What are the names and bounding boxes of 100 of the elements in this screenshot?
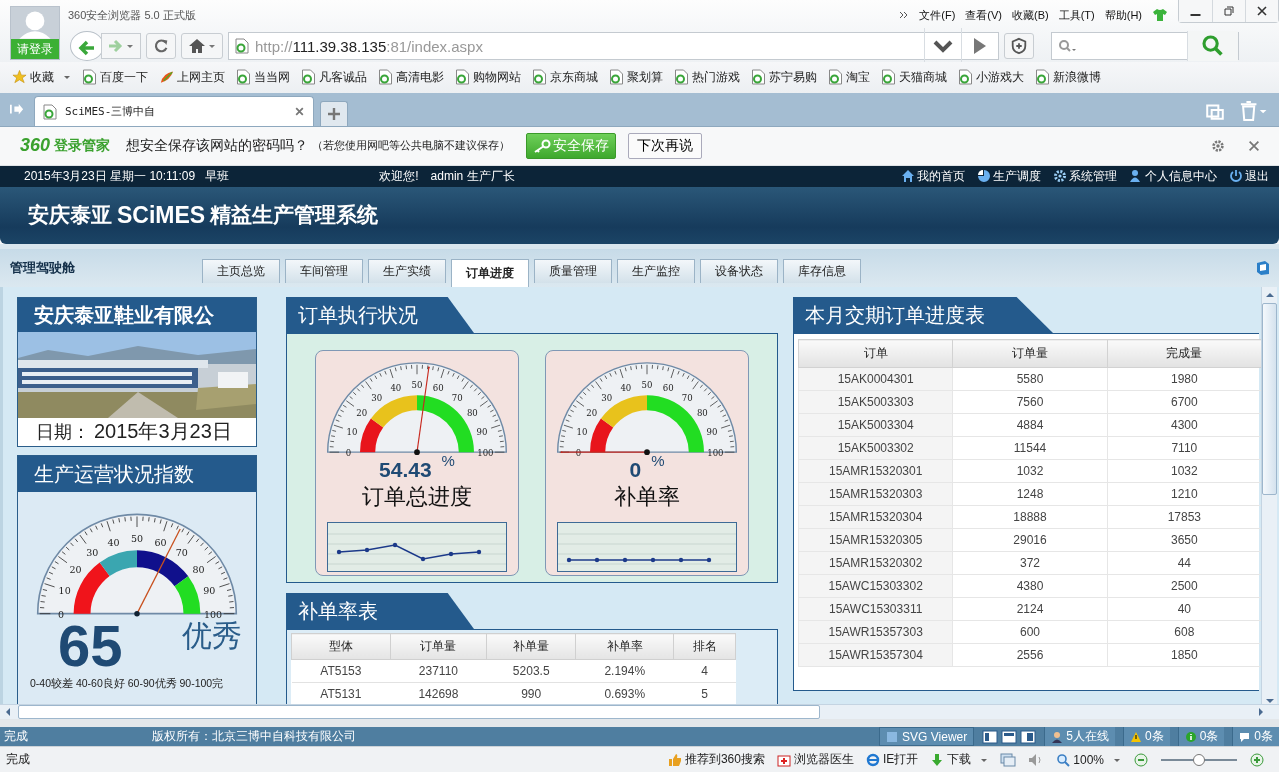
bookmark-link[interactable]: 当当网 [236,68,290,86]
bookmark-link[interactable]: 小游戏大 [958,68,1024,86]
bookmark-link[interactable]: 凡客诚品 [301,68,367,86]
status-bar-item[interactable]: 下载 [930,751,989,769]
search-field[interactable] [1051,32,1239,60]
warning-count[interactable]: 0条 [1122,727,1170,747]
nav-tab[interactable]: 订单进度 [451,259,529,288]
nav-tab[interactable]: 生产实绩 [368,259,446,284]
menu-item[interactable]: 工具(T) [1058,7,1095,23]
slider-thumb[interactable] [1193,753,1205,766]
status-bar-item[interactable]: 推荐到360搜索 [667,751,765,769]
nav-tab[interactable]: 主页总览 [202,259,280,284]
date-label: 日期： [36,421,90,445]
welcome-text: 欢迎您! [379,168,419,185]
nav-tab[interactable]: 质量管理 [534,259,612,284]
gauge-tick-label: 90 [476,426,488,437]
back-button[interactable] [70,31,104,61]
header-link[interactable]: 退出 [1229,168,1269,185]
square-icon [886,730,899,743]
bookmark-link[interactable]: 京东商城 [532,68,598,86]
gauge-tick-label: 40 [390,383,402,393]
home-button[interactable] [181,33,223,59]
zoom-in-icon[interactable] [1249,752,1265,767]
browser-tab[interactable]: SciMES-三博中自 [34,96,314,127]
bookmark-link[interactable]: 苏宁易购 [751,68,817,86]
bookmark-link[interactable]: 百度一下 [82,68,148,86]
window-icon[interactable] [1000,752,1017,767]
gear-icon [1053,169,1067,184]
shirt-icon[interactable] [1152,8,1168,22]
gauge-tick-label: 50 [130,532,144,544]
bookmark-link[interactable]: 天猫商城 [881,68,947,86]
svg-viewer-button[interactable]: SVG Viewer [879,727,975,747]
close-button[interactable] [1245,0,1278,22]
message-count[interactable]: 0条 [1232,727,1279,747]
scroll-up-icon[interactable] [1264,291,1275,300]
minimize-button[interactable] [1179,0,1212,22]
user-icon [1051,730,1064,743]
status-bar-item[interactable]: 浏览器医生 [776,751,854,769]
later-button[interactable]: 下次再说 [628,132,703,159]
table-cell: 15AK5003303 [798,390,953,414]
home-icon [901,169,915,184]
search-icon[interactable] [1187,31,1238,61]
vertical-scrollbar[interactable] [1261,287,1277,704]
header-link[interactable]: 系统管理 [1053,168,1117,185]
bookmark-link[interactable]: 高清电影 [378,68,444,86]
table-cell: 18888 [952,505,1108,529]
menu-item[interactable]: 文件(F) [919,7,956,23]
layout-icons-drawing[interactable] [982,729,1037,744]
table-cell: 15AWC15303302 [798,574,953,598]
tab-title: SciMES-三博中自 [65,104,157,120]
nav-tab[interactable]: 生产监控 [617,259,695,284]
password-prompt: 想安全保存该网站的密码吗？ [126,136,309,155]
refresh-button[interactable] [146,33,176,59]
gauge-tick-label: 90 [203,585,216,597]
bookmark-link[interactable]: 购物网站 [455,68,521,86]
table-cell: 2.194% [575,659,674,683]
close-icon[interactable] [1247,138,1261,153]
table-cell: 4884 [952,413,1108,437]
table-cell: 15AWR15357304 [798,643,953,667]
shield-button[interactable] [1004,33,1034,59]
bookmark-link[interactable]: 收藏 [12,68,71,86]
bookmark-link[interactable]: 热门游戏 [674,68,740,86]
table-cell: 15AK5003304 [798,413,953,437]
status-bar-item[interactable]: IE打开 [865,751,919,769]
table-cell: 15AK0004301 [798,367,953,391]
bookmark-link[interactable]: 淘宝 [828,68,870,86]
book-icon[interactable] [1255,259,1271,276]
table-cell: 15AMR15320302 [798,551,953,575]
close-icon[interactable] [294,106,305,118]
bookmark-link[interactable]: 上网主页 [159,68,225,86]
table-cell: 372 [952,551,1108,575]
online-users[interactable]: 5人在线 [1044,727,1115,747]
info-count[interactable]: 0条 [1177,727,1225,747]
table-cell: 15AMR15320304 [798,505,953,529]
header-link[interactable]: 生产调度 [977,168,1041,185]
refresh-icon [152,37,170,55]
menu-item[interactable]: 收藏(B) [1012,7,1049,23]
scroll-right-icon[interactable] [1257,706,1265,717]
chat-icon [1239,730,1252,743]
bookmark-link[interactable]: 聚划算 [609,68,663,86]
menu-item[interactable]: 帮助(H) [1104,7,1142,23]
nav-tab[interactable]: 库存信息 [783,259,861,284]
page-icon [532,69,547,86]
scroll-left-icon[interactable] [4,706,12,717]
nav-tab[interactable]: 设备状态 [700,259,778,284]
new-tab-button[interactable] [320,101,348,127]
zoom-out-icon[interactable] [1133,752,1149,767]
more-chevron-icon[interactable] [899,10,910,20]
table-cell: 4 [673,659,736,683]
zoom-level[interactable]: 100% [1056,752,1121,767]
bookmark-link[interactable]: 新浪微博 [1035,68,1101,86]
info-icon [1184,730,1197,743]
search-engine-icon[interactable] [1058,39,1078,53]
header-link[interactable]: 个人信息中心 [1129,168,1217,185]
menu-item[interactable]: 查看(V) [965,7,1002,23]
nav-tab[interactable]: 车间管理 [285,259,363,284]
product-name: 登录管家 [54,136,111,155]
gauge-tick-label: 0 [57,608,64,620]
header-link[interactable]: 我的首页 [901,168,965,185]
settings-icon[interactable] [1211,138,1225,153]
